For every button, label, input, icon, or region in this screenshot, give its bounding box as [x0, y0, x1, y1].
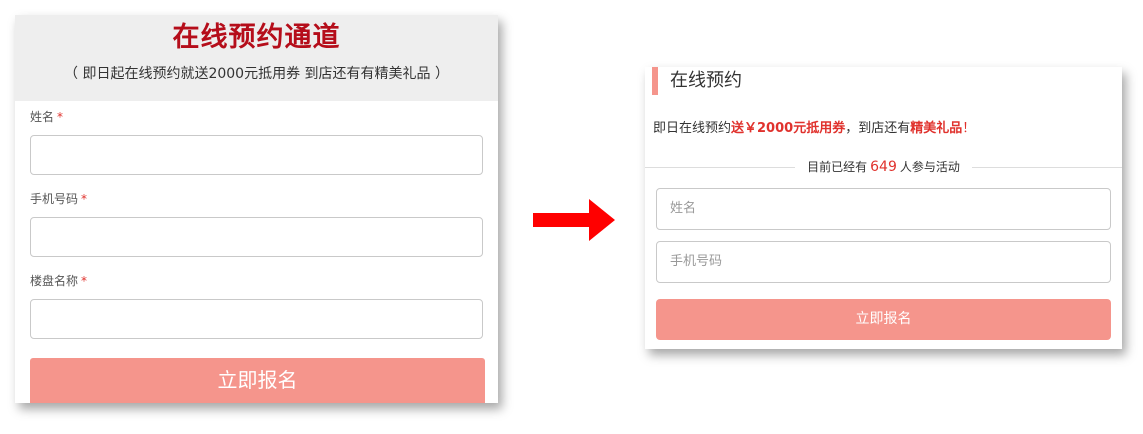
promo-part-2: ，到店还有 [845, 121, 911, 136]
phone-label-text: 手机号码 [30, 192, 79, 206]
promo-highlight-coupon: 送￥2000元抵用券 [731, 121, 846, 136]
form-title: 在线预约 [670, 70, 742, 91]
count-prefix: 目前已经有 [807, 160, 868, 174]
required-mark: * [81, 192, 88, 206]
title-accent-bar [652, 67, 658, 95]
form-title: 在线预约通道 [172, 22, 341, 53]
participant-count: 目前已经有 649 人参与活动 [645, 157, 1122, 177]
form-subtitle: （ 即日起在线预约就送2000元抵用券 到店还有有精美礼品 ） [64, 66, 449, 82]
name-input[interactable]: 姓名 [656, 188, 1111, 230]
name-field-label: 姓名 * [30, 110, 63, 124]
name-label-text: 姓名 [30, 110, 55, 124]
promo-part-3: ！ [962, 121, 976, 136]
phone-input[interactable] [30, 217, 483, 257]
participant-count-text: 目前已经有 649 人参与活动 [799, 159, 968, 175]
submit-button[interactable]: 立即报名 [656, 299, 1111, 340]
count-suffix: 人参与活动 [899, 160, 960, 174]
promo-text: 即日在线预约送￥2000元抵用券，到店还有精美礼品！ [653, 120, 975, 138]
property-label-text: 楼盘名称 [30, 274, 79, 288]
promo-highlight-gift: 精美礼品 [910, 121, 963, 136]
promo-part-1: 即日在线预约 [653, 121, 732, 136]
form-header: 在线预约通道 （ 即日起在线预约就送2000元抵用券 到店还有有精美礼品 ） [15, 15, 498, 101]
phone-field-label: 手机号码 * [30, 192, 87, 206]
property-field-label: 楼盘名称 * [30, 274, 87, 288]
name-input[interactable] [30, 135, 483, 175]
required-mark: * [81, 274, 88, 288]
comparison-canvas: 在线预约通道 （ 即日起在线预约就送2000元抵用券 到店还有有精美礼品 ） 姓… [0, 0, 1143, 434]
submit-button[interactable]: 立即报名 [30, 358, 485, 403]
right-arrow-icon [533, 199, 615, 241]
count-number: 649 [870, 159, 897, 175]
property-name-input[interactable] [30, 299, 483, 339]
booking-form-old: 在线预约通道 （ 即日起在线预约就送2000元抵用券 到店还有有精美礼品 ） 姓… [15, 15, 498, 403]
booking-form-new: 在线预约 即日在线预约送￥2000元抵用券，到店还有精美礼品！ 目前已经有 649… [645, 67, 1122, 349]
phone-input[interactable]: 手机号码 [656, 241, 1111, 283]
required-mark: * [57, 110, 64, 124]
